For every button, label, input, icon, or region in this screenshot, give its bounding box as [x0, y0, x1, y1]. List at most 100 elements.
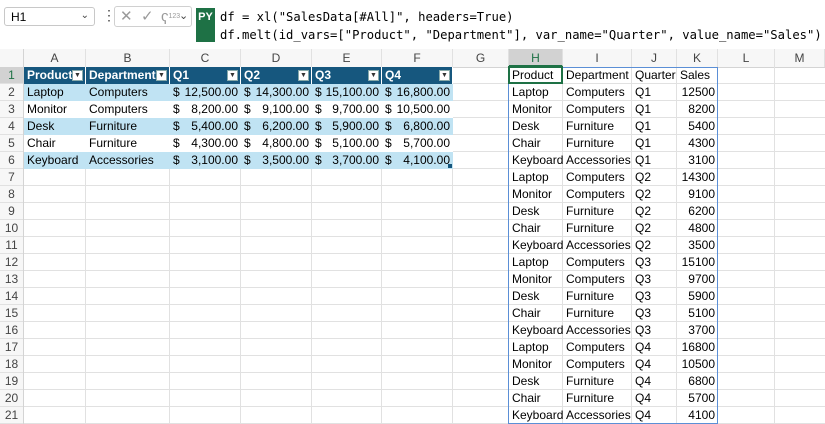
row-header-3[interactable]: 3 [0, 101, 23, 118]
output-cell[interactable]: 5400 [677, 118, 718, 135]
output-cell[interactable]: Accessories [563, 152, 632, 169]
output-cell[interactable]: 4800 [677, 220, 718, 237]
table-cell[interactable]: Furniture [86, 135, 170, 152]
table-cell[interactable]: $6,800.00 [382, 118, 453, 135]
spreadsheet-grid[interactable]: Product ▼ Department ▼ Q1 ▼ Q2 ▼ Q3 ▼ Q4 ▼ Laptop Com… [24, 66, 825, 424]
row-header-21[interactable]: 21 [0, 407, 23, 424]
select-all-corner[interactable] [0, 49, 24, 67]
row-header-8[interactable]: 8 [0, 186, 23, 203]
output-cell[interactable]: Computers [563, 169, 632, 186]
filter-dropdown-icon[interactable]: ▼ [298, 70, 309, 81]
output-cell[interactable]: Keyboard [509, 237, 563, 254]
python-output-icon[interactable]: ʕ123 [161, 8, 180, 28]
table-cell[interactable]: Accessories [86, 152, 170, 169]
table-cell[interactable]: Monitor [24, 101, 86, 118]
table-cell[interactable]: $4,800.00 [241, 135, 312, 152]
output-cell[interactable]: Q4 [632, 373, 677, 390]
column-header-g[interactable]: G [453, 49, 509, 67]
output-cell[interactable]: Q2 [632, 220, 677, 237]
row-header-4[interactable]: 4 [0, 118, 23, 135]
output-cell[interactable]: Furniture [563, 220, 632, 237]
column-header-i[interactable]: I [563, 49, 632, 67]
output-cell[interactable]: 4300 [677, 135, 718, 152]
output-cell[interactable]: Computers [563, 101, 632, 118]
output-cell[interactable]: 8200 [677, 101, 718, 118]
table-header-cell[interactable]: Q4 ▼ [382, 67, 453, 84]
output-cell[interactable]: Q3 [632, 288, 677, 305]
output-cell[interactable]: Chair [509, 390, 563, 407]
filter-dropdown-icon[interactable]: ▼ [72, 70, 83, 81]
table-cell[interactable]: $8,200.00 [170, 101, 241, 118]
output-cell[interactable]: Furniture [563, 373, 632, 390]
output-cell[interactable]: Computers [563, 186, 632, 203]
output-header-cell[interactable]: Product [509, 67, 563, 84]
output-cell[interactable]: Chair [509, 135, 563, 152]
table-cell[interactable]: $5,400.00 [170, 118, 241, 135]
row-header-16[interactable]: 16 [0, 322, 23, 339]
output-cell[interactable]: 5700 [677, 390, 718, 407]
column-header-a[interactable]: A [24, 49, 86, 67]
row-header-1[interactable]: 1 [0, 67, 23, 84]
row-header-10[interactable]: 10 [0, 220, 23, 237]
output-cell[interactable]: Computers [563, 254, 632, 271]
output-cell[interactable]: Q4 [632, 339, 677, 356]
output-cell[interactable]: Keyboard [509, 152, 563, 169]
row-header-14[interactable]: 14 [0, 288, 23, 305]
output-cell[interactable]: Monitor [509, 101, 563, 118]
row-header-6[interactable]: 6 [0, 152, 23, 169]
output-cell[interactable]: 3700 [677, 322, 718, 339]
output-cell[interactable]: Q2 [632, 237, 677, 254]
row-header-13[interactable]: 13 [0, 271, 23, 288]
output-cell[interactable]: Q2 [632, 203, 677, 220]
table-header-cell[interactable]: Q3 ▼ [312, 67, 382, 84]
cancel-icon[interactable]: ✕ [120, 8, 133, 25]
row-header-18[interactable]: 18 [0, 356, 23, 373]
output-cell[interactable]: 9700 [677, 271, 718, 288]
table-cell[interactable]: Chair [24, 135, 86, 152]
output-cell[interactable]: Computers [563, 339, 632, 356]
output-cell[interactable]: Q2 [632, 186, 677, 203]
column-header-h[interactable]: H [509, 49, 563, 67]
filter-dropdown-icon[interactable]: ▼ [368, 70, 379, 81]
output-cell[interactable]: Furniture [563, 203, 632, 220]
table-header-cell[interactable]: Department ▼ [86, 67, 170, 84]
output-cell[interactable]: Q2 [632, 169, 677, 186]
output-cell[interactable]: Q4 [632, 390, 677, 407]
output-cell[interactable]: Monitor [509, 356, 563, 373]
output-cell[interactable]: Furniture [563, 305, 632, 322]
output-cell[interactable]: Computers [563, 271, 632, 288]
table-cell[interactable]: $10,500.00 [382, 101, 453, 118]
output-cell[interactable]: Accessories [563, 322, 632, 339]
column-header-m[interactable]: M [775, 49, 825, 67]
output-cell[interactable]: Laptop [509, 84, 563, 101]
output-cell[interactable]: 15100 [677, 254, 718, 271]
output-cell[interactable]: Accessories [563, 237, 632, 254]
table-cell[interactable]: $5,100.00 [312, 135, 382, 152]
column-header-b[interactable]: B [86, 49, 170, 67]
table-cell[interactable]: Desk [24, 118, 86, 135]
output-cell[interactable]: Q3 [632, 254, 677, 271]
table-cell[interactable]: Keyboard [24, 152, 86, 169]
output-cell[interactable]: Computers [563, 84, 632, 101]
output-cell[interactable]: 5900 [677, 288, 718, 305]
table-cell[interactable]: Computers [86, 101, 170, 118]
name-box[interactable]: H1 ⌄ [4, 7, 95, 26]
table-cell[interactable]: $4,300.00 [170, 135, 241, 152]
output-cell[interactable]: Furniture [563, 135, 632, 152]
column-header-j[interactable]: J [632, 49, 677, 67]
output-cell[interactable]: Q3 [632, 305, 677, 322]
output-cell[interactable]: Q1 [632, 101, 677, 118]
output-header-cell[interactable]: Quarter [632, 67, 677, 84]
table-cell[interactable]: $3,700.00 [312, 152, 382, 169]
output-cell[interactable]: Q1 [632, 84, 677, 101]
row-header-5[interactable]: 5 [0, 135, 23, 152]
table-header-cell[interactable]: Q2 ▼ [241, 67, 312, 84]
output-cell[interactable]: 4100 [677, 407, 718, 424]
table-cell[interactable]: $9,100.00 [241, 101, 312, 118]
row-header-11[interactable]: 11 [0, 237, 23, 254]
table-cell[interactable]: $15,100.00 [312, 84, 382, 101]
output-cell[interactable]: 5100 [677, 305, 718, 322]
table-cell[interactable]: $12,500.00 [170, 84, 241, 101]
output-cell[interactable]: Laptop [509, 254, 563, 271]
output-cell[interactable]: Furniture [563, 118, 632, 135]
